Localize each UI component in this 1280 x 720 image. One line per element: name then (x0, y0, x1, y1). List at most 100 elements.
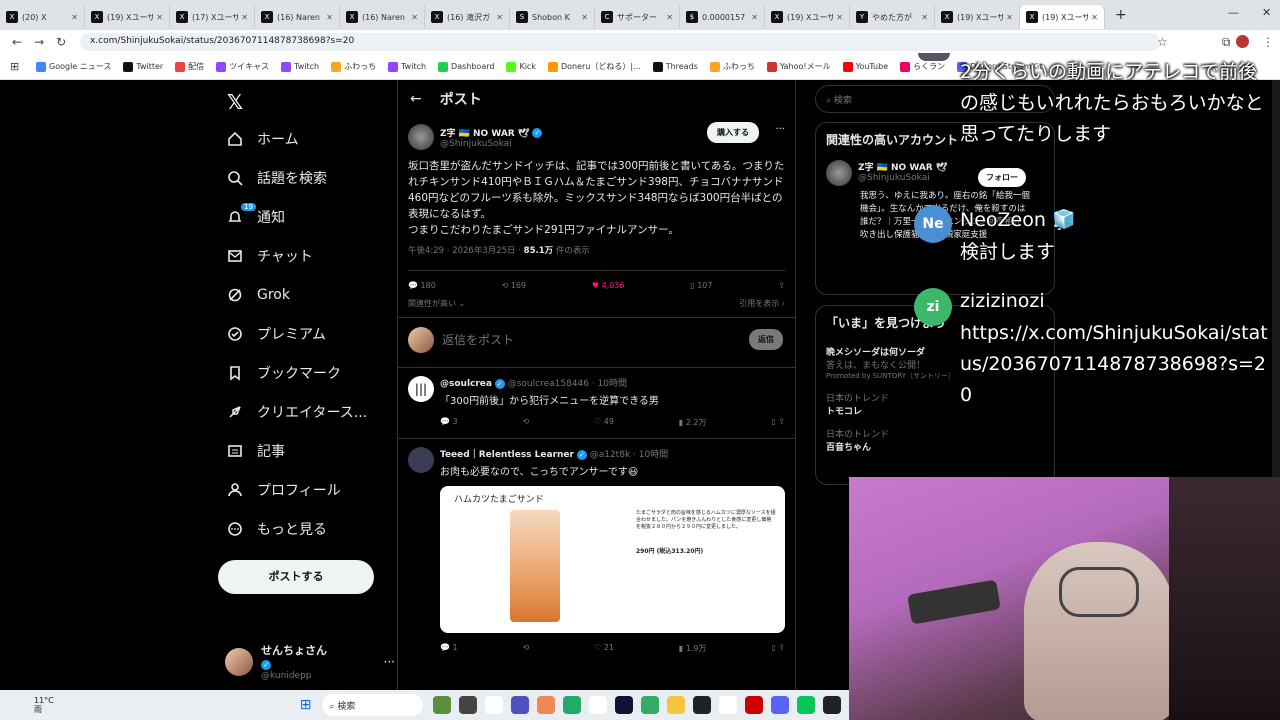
bookmark-item[interactable]: Twitch (281, 61, 319, 72)
browser-tab[interactable]: X (16) Naren ✕ (255, 5, 340, 29)
repost-button[interactable]: ⟲ (522, 643, 529, 654)
attached-image[interactable]: ハムカツたまごサンド たまごサラダと肉の旨味を感じるハムカツに濃厚なソースを組合… (440, 486, 785, 633)
repost-button[interactable]: ⟲ 169 (502, 281, 527, 290)
views-button[interactable]: ▮ 1.9万 (679, 643, 707, 654)
nav-item[interactable]: もっと見る (215, 509, 385, 548)
nav-item[interactable]: ホーム (215, 119, 385, 158)
avatar[interactable] (408, 447, 434, 473)
bookmark-button[interactable]: ▯ ⇪ (771, 417, 785, 428)
windows-start-icon[interactable]: ⊞ (300, 697, 312, 713)
avatar[interactable] (826, 160, 852, 186)
bookmark-item[interactable]: Kick (506, 61, 536, 72)
taskbar-app-icon[interactable] (823, 696, 841, 714)
avatar[interactable]: ||| (408, 376, 434, 402)
nav-item[interactable]: プレミアム (215, 314, 385, 353)
browser-tab[interactable]: X (16) 滝沢ガ ✕ (425, 5, 510, 29)
bookmark-item[interactable]: ふわっち (331, 61, 376, 72)
author-handle[interactable]: @ShinjukuSokai (440, 139, 542, 149)
browser-tab[interactable]: $0.0000157 ✕ (680, 5, 765, 29)
profile-avatar[interactable] (1236, 35, 1249, 48)
taskbar-app-icon[interactable] (693, 696, 711, 714)
post-time[interactable]: 午後4:29 · 2026年3月25日 · (408, 246, 524, 256)
taskbar-app-icon[interactable] (485, 696, 503, 714)
taskbar-search[interactable]: ⌕ 検索 (321, 694, 423, 716)
taskbar-app-icon[interactable] (797, 696, 815, 714)
browser-tab[interactable]: X (19) Xユーザー✕ (1020, 5, 1105, 29)
star-icon[interactable]: ☆ (1157, 35, 1168, 49)
taskbar-app-icon[interactable] (641, 696, 659, 714)
taskbar-app-icon[interactable] (511, 696, 529, 714)
post-button[interactable]: ポストする (218, 560, 374, 594)
close-tab-icon[interactable]: ✕ (71, 13, 78, 22)
extensions-icon[interactable]: ⧉ (1222, 35, 1231, 50)
view-quotes-link[interactable]: 引用を表示 › (739, 298, 785, 309)
taskbar-app-icon[interactable] (615, 696, 633, 714)
close-tab-icon[interactable]: ✕ (1006, 13, 1013, 22)
reply-button[interactable]: 💬 3 (440, 417, 458, 428)
url-input[interactable]: x.com/ShinjukuSokai/status/2036707114878… (80, 33, 1160, 51)
sort-dropdown[interactable]: 関連性が高い ⌄ (408, 298, 465, 309)
x-logo-icon[interactable]: 𝕏 (227, 90, 243, 114)
taskbar-app-icon[interactable] (719, 696, 737, 714)
bookmark-item[interactable]: Dashboard (438, 61, 494, 72)
browser-tab[interactable]: X (19) Xユーザー✕ (765, 5, 850, 29)
apps-icon[interactable]: ⊞ (10, 60, 19, 73)
close-tab-icon[interactable]: ✕ (241, 13, 248, 22)
browser-tab[interactable]: S Shobon K ✕ (510, 5, 595, 29)
taskbar-app-icon[interactable] (563, 696, 581, 714)
reply-author[interactable]: Teeed｜Relentless Learner (440, 450, 574, 460)
close-tab-icon[interactable]: ✕ (581, 13, 588, 22)
close-tab-icon[interactable]: ✕ (156, 13, 163, 22)
close-tab-icon[interactable]: ✕ (751, 13, 758, 22)
reply-post[interactable]: ||| @soulcrea ✓ @soulcrea158446 · 10時間 「… (398, 367, 795, 434)
close-tab-icon[interactable]: ✕ (666, 13, 673, 22)
bookmark-item[interactable]: Yahoo!メール (766, 61, 831, 72)
nav-item[interactable]: プロフィール (215, 470, 385, 509)
close-window-icon[interactable]: ✕ (1262, 6, 1271, 19)
bookmark-item[interactable]: Google ニュース (36, 61, 111, 72)
share-icon[interactable]: ⇪ (778, 281, 785, 290)
reload-icon[interactable]: ↻ (56, 35, 66, 49)
close-tab-icon[interactable]: ✕ (411, 13, 418, 22)
related-name[interactable]: Z字 🇺🇦 NO WAR 🕊 (858, 163, 947, 173)
repost-button[interactable]: ⟲ (522, 417, 529, 428)
browser-tab[interactable]: X (19) Xユーザー✕ (85, 5, 170, 29)
taskbar-app-icon[interactable] (667, 696, 685, 714)
bookmark-item[interactable]: YouTube (842, 61, 888, 72)
bookmark-item[interactable]: ツイキャス (216, 61, 269, 72)
taskbar-app-icon[interactable] (537, 696, 555, 714)
browser-tab[interactable]: X (16) Naren ✕ (340, 5, 425, 29)
minimize-icon[interactable]: — (1228, 6, 1239, 19)
bookmark-item[interactable]: らくラン (900, 61, 945, 72)
browser-tab[interactable]: X (17) Xユーザー✕ (170, 5, 255, 29)
bookmark-button[interactable]: ▯ ⇪ (771, 643, 785, 654)
bookmark-item[interactable]: Twitter (123, 61, 163, 72)
taskbar-app-icon[interactable] (771, 696, 789, 714)
like-button[interactable]: ♡ 21 (594, 643, 614, 654)
taskbar-app-icon[interactable] (433, 696, 451, 714)
nav-item[interactable]: チャット (215, 236, 385, 275)
bookmark-item[interactable]: Doneru（どねる）|... (547, 61, 641, 72)
close-tab-icon[interactable]: ✕ (1091, 13, 1098, 22)
reply-post[interactable]: Teeed｜Relentless Learner ✓ @a12t8k · 10時… (398, 438, 795, 660)
reply-input[interactable]: 返信をポスト (442, 331, 514, 348)
like-button[interactable]: ♥ 4,036 (592, 281, 625, 290)
taskbar-app-icon[interactable] (589, 696, 607, 714)
bookmark-item[interactable]: Twitch (388, 61, 426, 72)
close-tab-icon[interactable]: ✕ (326, 13, 333, 22)
weather-widget[interactable]: 11°C 雨 (34, 696, 54, 714)
nav-item[interactable]: 話題を検索 (215, 158, 385, 197)
browser-tab[interactable]: C サポーター ✕ (595, 5, 680, 29)
back-arrow-icon[interactable]: ← (410, 91, 422, 107)
nav-item[interactable]: 19 通知 (215, 197, 385, 236)
reply-button[interactable]: 💬 180 (408, 281, 436, 290)
reply-author[interactable]: @soulcrea (440, 379, 492, 389)
bookmark-button[interactable]: ▯ 107 (690, 281, 712, 290)
nav-item[interactable]: 記事 (215, 431, 385, 470)
taskbar-app-icon[interactable] (459, 696, 477, 714)
browser-tab[interactable]: X (19) Xユーザー✕ (935, 5, 1020, 29)
author-name[interactable]: Z字 🇺🇦 NO WAR 🕊 (440, 129, 529, 139)
nav-item[interactable]: ブックマーク (215, 353, 385, 392)
more-icon[interactable]: ··· (384, 655, 395, 669)
views-button[interactable]: ▮ 2.2万 (679, 417, 707, 428)
